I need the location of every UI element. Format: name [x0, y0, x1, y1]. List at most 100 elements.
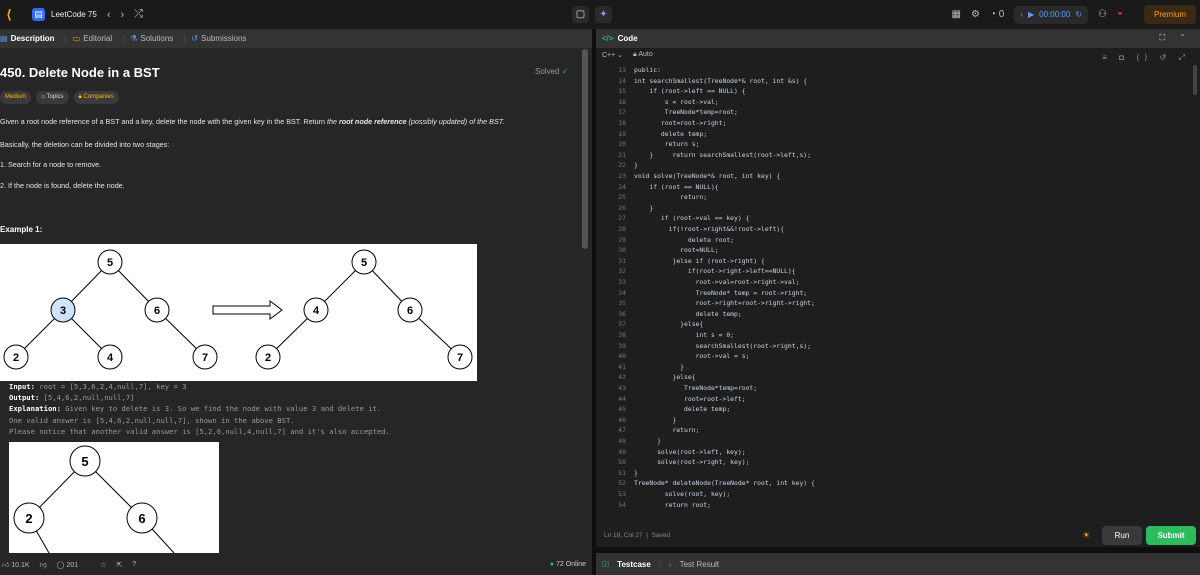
code-line[interactable]: }	[634, 415, 676, 426]
line-number: 19	[618, 129, 626, 138]
premium-button[interactable]: Premium	[1143, 5, 1196, 24]
code-line[interactable]: return;	[634, 192, 707, 203]
code-line[interactable]: }else{	[634, 372, 695, 383]
comment-button[interactable]: ◯ 201	[57, 561, 78, 569]
code-line[interactable]: return s;	[634, 139, 700, 150]
code-line[interactable]: root->val=root->right->val;	[634, 277, 800, 288]
code-line[interactable]: TreeNode*temp=root;	[634, 383, 757, 394]
tab-submissions[interactable]: ↺ Submissions	[191, 34, 246, 43]
streak-count: 0	[998, 9, 1005, 20]
code-line[interactable]: root=root->right;	[634, 118, 726, 129]
share-icon[interactable]: ⇱	[116, 561, 122, 569]
difficulty-chip[interactable]: Medium	[0, 91, 32, 104]
gear-icon[interactable]: ⚙	[971, 9, 980, 20]
code-line[interactable]: s = root->val;	[634, 97, 719, 108]
code-line[interactable]: root=root->left;	[634, 394, 746, 405]
tab-test-result[interactable]: Test Result	[680, 560, 720, 569]
divider: |	[658, 559, 661, 569]
online-count: ● 72 Online	[549, 561, 586, 568]
like-button[interactable]: 👍︎ 10.1K	[2, 560, 30, 569]
code-line[interactable]: public:	[634, 65, 661, 76]
run-button[interactable]: Run	[1102, 526, 1142, 545]
code-line[interactable]: solve(root->left, key);	[634, 447, 746, 458]
sparkle-icon[interactable]: ✦	[595, 6, 612, 23]
code-line[interactable]: root=NULL;	[634, 245, 719, 256]
lock-icon: 🔒︎	[633, 51, 637, 58]
tree-node: 6	[407, 305, 413, 317]
avatar[interactable]: ◓	[1117, 9, 1134, 21]
streak-counter[interactable]: ◔ 0	[990, 9, 1004, 20]
timer[interactable]: ‹ ▶ 00:00:00 ↻	[1014, 5, 1089, 24]
problem-list-name: LeetCode 75	[51, 10, 97, 19]
code-icon: </>	[602, 34, 614, 43]
code-line[interactable]: delete temp;	[634, 309, 742, 320]
code-line[interactable]: int s = 0;	[634, 330, 735, 341]
auto-toggle[interactable]: 🔒︎ Auto	[633, 51, 653, 59]
code-line[interactable]: if(root->right->left==NULL){	[634, 266, 796, 277]
code-line[interactable]: int searchSmallest(TreeNode*& root, int …	[634, 76, 807, 87]
tab-description[interactable]: ▤ Description	[0, 34, 55, 43]
code-line[interactable]: }	[634, 468, 638, 479]
tree-node: 3	[60, 305, 66, 317]
description-scrollbar[interactable]	[582, 49, 588, 249]
code-line[interactable]: TreeNode* deleteNode(TreeNode* root, int…	[634, 478, 815, 489]
code-scrollbar[interactable]	[1193, 65, 1197, 95]
problem-list[interactable]: ▤ LeetCode 75	[32, 8, 97, 21]
code-line[interactable]: TreeNode* temp = root->right;	[634, 288, 808, 299]
code-line[interactable]: delete temp;	[634, 404, 730, 415]
code-line[interactable]: solve(root->right, key);	[634, 457, 749, 468]
code-line[interactable]: }	[634, 203, 653, 214]
dislike-icon[interactable]: 👎︎	[40, 560, 47, 569]
example-explanation-line: One valid answer is [5,4,6,2,null,null,7…	[9, 416, 295, 425]
language-select[interactable]: C++ ⌄	[602, 51, 623, 59]
code-line[interactable]: }else if (root->right) {	[634, 256, 764, 267]
code-line[interactable]: if (root->left == NULL) {	[634, 86, 745, 97]
tab-solutions[interactable]: ⚗ Solutions	[130, 34, 173, 43]
code-line[interactable]: void solve(TreeNode*& root, int key) {	[634, 171, 780, 182]
line-number: 25	[618, 193, 626, 202]
submit-button[interactable]: Submit	[1146, 526, 1196, 545]
line-number: 22	[618, 161, 626, 170]
layout-icon[interactable]: ▢	[572, 6, 589, 23]
tab-editorial[interactable]: ▭ Editorial	[73, 34, 112, 43]
tree-node: 5	[361, 257, 367, 269]
add-user-icon[interactable]: ⚇	[1098, 9, 1107, 20]
code-line[interactable]: if (root == NULL){	[634, 182, 718, 193]
tree-node: 4	[107, 352, 114, 364]
code-line[interactable]: return root;	[634, 500, 711, 511]
code-line[interactable]: if(!root->right&&!root->left){	[634, 224, 784, 235]
code-line[interactable]: delete root;	[634, 235, 734, 246]
editor-tools[interactable]: ≡ ◘ ⟨⟩ ↺ ⤢	[1102, 53, 1190, 63]
next-problem-icon[interactable]: ›	[121, 9, 125, 21]
grid-icon[interactable]: ▦	[952, 9, 961, 20]
code-line[interactable]: delete temp;	[634, 129, 707, 140]
code-line[interactable]: }	[634, 362, 684, 373]
code-line[interactable]: }else{	[634, 319, 703, 330]
companies-chip[interactable]: 🔒︎ Companies	[73, 91, 119, 104]
line-number: 29	[618, 235, 626, 244]
tab-testcase[interactable]: Testcase	[617, 560, 651, 569]
star-icon[interactable]: ☆	[100, 561, 106, 569]
code-line[interactable]: }	[634, 160, 638, 171]
code-line[interactable]: } return searchSmallest(root->left,s);	[634, 150, 811, 161]
code-line[interactable]: searchSmallest(root->right,s);	[634, 341, 811, 352]
leetcode-logo-icon[interactable]: ⟨	[6, 7, 18, 22]
tree-node: 6	[154, 305, 160, 317]
flame-icon[interactable]: ☀	[1082, 530, 1090, 541]
code-line[interactable]: if (root->val == key) {	[634, 213, 750, 224]
code-line[interactable]: }	[634, 436, 661, 447]
code-line[interactable]: root->val = s;	[634, 351, 750, 362]
example-output: Output: [5,4,6,2,null,null,7]	[9, 393, 135, 402]
line-number: 24	[618, 182, 626, 191]
topics-chip[interactable]: ⌂ Topics	[36, 91, 69, 104]
description-tabs: ▤ Description | ▭ Editorial | ⚗ Solutions |…	[0, 29, 592, 48]
shuffle-icon[interactable]: ⤮	[134, 8, 143, 21]
window-controls[interactable]: ⛶ ⌃	[1159, 33, 1192, 43]
prev-problem-icon[interactable]: ‹	[107, 9, 111, 21]
code-line[interactable]: TreeNode*temp=root;	[634, 107, 738, 118]
help-icon[interactable]: ?	[132, 561, 136, 568]
code-line[interactable]: root->right=root->right->right;	[634, 298, 815, 309]
code-line[interactable]: return;	[634, 425, 699, 436]
line-number: 31	[618, 256, 626, 265]
code-line[interactable]: solve(root, key);	[634, 489, 730, 500]
